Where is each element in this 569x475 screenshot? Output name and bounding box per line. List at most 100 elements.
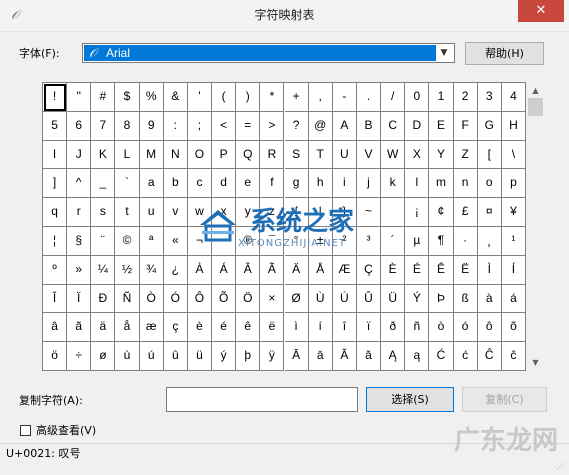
char-cell[interactable]: ĉ — [501, 342, 526, 371]
char-cell[interactable]: 0 — [405, 83, 430, 112]
char-cell[interactable]: é — [212, 313, 237, 343]
char-cell[interactable]: V — [356, 140, 382, 170]
char-cell[interactable]: @ — [308, 111, 333, 141]
char-cell[interactable]: ú — [139, 342, 164, 371]
char-cell[interactable]: " — [67, 83, 92, 112]
char-cell[interactable]: Í — [501, 255, 526, 285]
char-cell[interactable]: ì — [284, 313, 309, 343]
char-cell[interactable]: x — [212, 198, 237, 227]
char-cell[interactable]: ö — [43, 342, 68, 371]
char-cell[interactable]: Æ — [332, 255, 357, 285]
scroll-thumb[interactable] — [528, 98, 543, 116]
char-cell[interactable]: Z — [453, 140, 478, 170]
char-cell[interactable]: × — [260, 284, 285, 314]
char-cell[interactable]: % — [139, 83, 164, 112]
char-cell[interactable]: 4 — [501, 83, 526, 112]
char-cell[interactable]: i — [332, 169, 357, 199]
char-cell[interactable]: ª — [139, 227, 164, 256]
char-cell[interactable]: ) — [236, 83, 261, 112]
char-cell[interactable]: ä — [91, 313, 116, 343]
char-cell[interactable]: ] — [43, 169, 68, 199]
char-cell[interactable]: ¥ — [501, 198, 526, 227]
char-cell[interactable]: ; — [187, 111, 213, 141]
char-cell[interactable]: q — [43, 198, 68, 227]
char-cell[interactable]: $ — [115, 83, 140, 112]
char-cell[interactable]: ? — [284, 111, 309, 141]
char-cell[interactable]: ¤ — [477, 198, 502, 227]
char-cell[interactable]: k — [381, 169, 406, 199]
char-cell[interactable]: æ — [139, 313, 164, 343]
char-cell[interactable]: ´ — [381, 227, 406, 256]
char-cell[interactable]: n — [453, 169, 478, 199]
char-cell[interactable]: z — [260, 198, 285, 227]
char-cell[interactable]: o — [477, 169, 502, 199]
char-cell[interactable]: ¢ — [429, 198, 454, 227]
char-cell[interactable]: . — [356, 83, 382, 112]
char-cell[interactable]: ÿ — [260, 342, 285, 371]
select-button[interactable]: 选择(S) — [366, 387, 454, 412]
char-cell[interactable]: ¡ — [405, 198, 430, 227]
char-cell[interactable]: K — [91, 140, 116, 170]
char-cell[interactable]: b — [163, 169, 188, 199]
char-cell[interactable]: Ñ — [115, 284, 140, 314]
char-cell[interactable]: í — [308, 313, 333, 343]
advanced-view-checkbox[interactable] — [20, 425, 31, 436]
char-cell[interactable]: 1 — [429, 83, 454, 112]
char-cell[interactable]: Á — [212, 255, 237, 285]
char-cell[interactable]: l — [405, 169, 430, 199]
char-cell[interactable]: Y — [429, 140, 454, 170]
char-cell[interactable]: Ù — [308, 284, 333, 314]
char-cell[interactable]: Ï — [67, 284, 92, 314]
char-cell[interactable]: 5 — [43, 111, 68, 141]
char-cell[interactable]: G — [477, 111, 502, 141]
char-cell[interactable]: ~ — [356, 198, 382, 227]
char-cell[interactable]: E — [429, 111, 454, 141]
char-cell[interactable]: T — [308, 140, 333, 170]
char-cell[interactable]: s — [91, 198, 116, 227]
char-cell[interactable]: ¹ — [501, 227, 526, 256]
char-cell[interactable]: p — [501, 169, 526, 199]
char-cell[interactable]: W — [381, 140, 406, 170]
char-cell[interactable]: # — [91, 83, 116, 112]
char-cell[interactable]: 8 — [115, 111, 140, 141]
copy-button[interactable]: 复制(C) — [462, 387, 547, 412]
char-cell[interactable]: Ā — [284, 342, 309, 371]
char-cell[interactable]: g — [284, 169, 309, 199]
char-cell[interactable]: Ã — [260, 255, 285, 285]
char-cell[interactable]: 9 — [139, 111, 164, 141]
char-cell[interactable]: ò — [429, 313, 454, 343]
char-cell[interactable]: Û — [356, 284, 382, 314]
char-cell[interactable]: ê — [236, 313, 261, 343]
char-cell[interactable]: 2 — [453, 83, 478, 112]
char-cell[interactable]: ÷ — [67, 342, 92, 371]
char-cell[interactable]: u — [139, 198, 164, 227]
char-cell[interactable]: [ — [477, 140, 502, 170]
char-cell[interactable]: ó — [453, 313, 478, 343]
char-cell[interactable]: ô — [477, 313, 502, 343]
char-cell[interactable] — [212, 227, 237, 256]
char-cell[interactable]: ã — [67, 313, 92, 343]
char-cell[interactable]: Ç — [356, 255, 382, 285]
char-cell[interactable]: ( — [212, 83, 237, 112]
char-cell[interactable]: d — [212, 169, 237, 199]
char-cell[interactable]: ø — [91, 342, 116, 371]
char-cell[interactable]: © — [115, 227, 140, 256]
char-cell[interactable]: î — [332, 313, 357, 343]
char-cell[interactable]: Ì — [477, 255, 502, 285]
scroll-up-icon[interactable]: ▲ — [527, 82, 544, 99]
char-cell[interactable]: ! — [43, 83, 68, 112]
help-button[interactable]: 帮助(H) — [465, 42, 544, 65]
char-cell[interactable]: » — [67, 255, 92, 285]
char-cell[interactable]: ï — [356, 313, 382, 343]
char-cell[interactable]: § — [67, 227, 92, 256]
character-grid[interactable]: ! " # $% & '() * +, -./0 1 2 3 4 5 6 7 8 9:; < = >? @ A B C D E F G H… — [42, 82, 526, 371]
char-cell[interactable]: Ć — [429, 342, 454, 371]
char-cell[interactable]: t — [115, 198, 140, 227]
char-cell[interactable]: _ — [91, 169, 116, 199]
char-cell[interactable]: + — [284, 83, 309, 112]
char-cell[interactable]: / — [381, 83, 406, 112]
char-cell[interactable]: I — [43, 140, 68, 170]
char-cell[interactable]: ¸ — [477, 227, 502, 256]
advanced-view-label[interactable]: 高级查看(V) — [36, 423, 96, 439]
char-cell[interactable]: « — [163, 227, 188, 256]
